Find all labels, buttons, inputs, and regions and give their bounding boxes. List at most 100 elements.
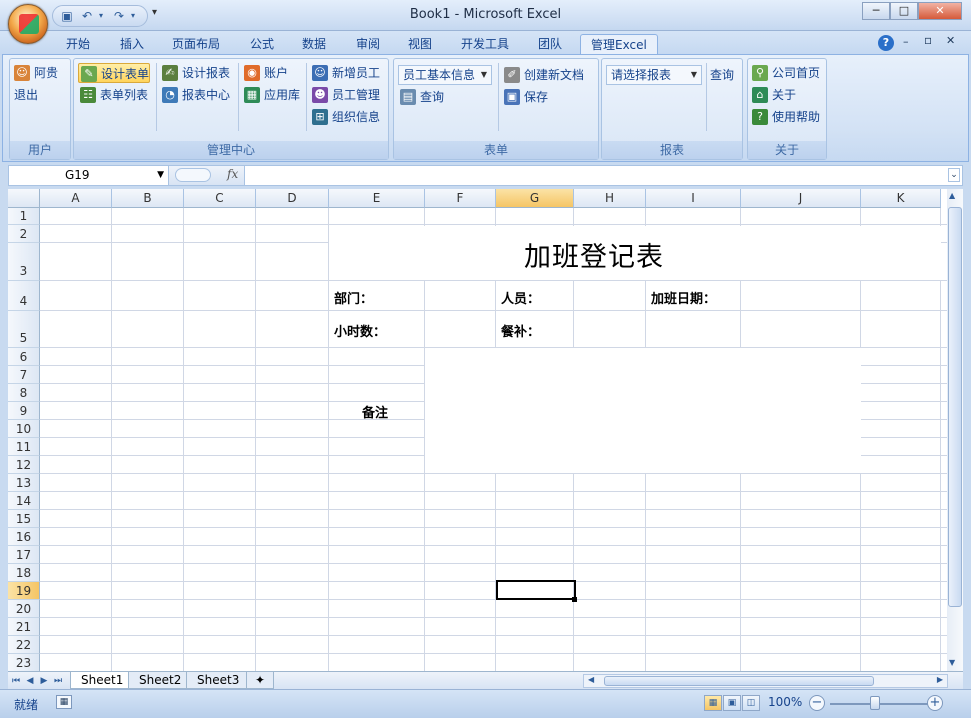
column-header-j[interactable]: J [741, 189, 861, 208]
report-query-button[interactable]: 查询 [688, 65, 734, 85]
tab-view[interactable]: 视图 [398, 34, 442, 55]
horizontal-scrollbar[interactable]: ◀ ▶ [583, 674, 948, 688]
worksheet-grid[interactable]: ABCDEFGHIJK 1 2 3 4 5 6 7 8 9 10 11 12 13 14 15 16 17 18 1… [8, 189, 947, 671]
insert-function-button[interactable]: fx [227, 167, 238, 181]
office-button[interactable] [8, 4, 48, 44]
column-header-i[interactable]: I [646, 189, 741, 208]
employee-management-button[interactable]: ☻ 员工管理 [310, 85, 380, 105]
tab-data[interactable]: 数据 [292, 34, 336, 55]
remarks-merged-cell[interactable] [425, 348, 861, 473]
row-header-7[interactable]: 7 [8, 366, 40, 384]
column-header-e[interactable]: E [329, 189, 425, 208]
vertical-scrollbar[interactable]: ▲ ▼ [947, 189, 963, 671]
tab-review[interactable]: 审阅 [346, 34, 390, 55]
row-header-8[interactable]: 8 [8, 384, 40, 402]
select-all-button[interactable] [8, 189, 40, 208]
close-button[interactable]: ✕ [918, 2, 962, 20]
zoom-slider[interactable] [830, 703, 930, 705]
last-sheet-icon[interactable]: ⏭ [52, 674, 64, 688]
account-button[interactable]: ◉ 账户 [242, 63, 288, 83]
ribbon-restore-button[interactable]: ▫ [924, 33, 932, 47]
vertical-scroll-thumb[interactable] [948, 207, 962, 607]
tab-formulas[interactable]: 公式 [240, 34, 284, 55]
organization-info-button[interactable]: ⊞ 组织信息 [310, 107, 380, 127]
zoom-in-button[interactable]: + [927, 695, 943, 711]
tab-team[interactable]: 团队 [528, 34, 572, 55]
column-header-b[interactable]: B [112, 189, 184, 208]
column-header-c[interactable]: C [184, 189, 256, 208]
help-button[interactable]: ? 使用帮助 [750, 107, 820, 127]
chevron-down-icon[interactable]: ▼ [157, 166, 164, 185]
row-header-11[interactable]: 11 [8, 438, 40, 456]
logout-button[interactable]: 退出 [0, 85, 38, 105]
row-header-18[interactable]: 18 [8, 564, 40, 582]
active-cell[interactable] [496, 580, 576, 600]
row-header-16[interactable]: 16 [8, 528, 40, 546]
scroll-down-icon[interactable]: ▼ [949, 658, 955, 667]
sheet-tab-1[interactable]: Sheet1 [70, 672, 135, 689]
app-store-button[interactable]: ▦ 应用库 [242, 85, 300, 105]
form-list-button[interactable]: ☷ 表单列表 [78, 85, 148, 105]
form-query-button[interactable]: ▤ 查询 [398, 87, 444, 107]
scroll-right-icon[interactable]: ▶ [937, 675, 943, 684]
design-form-button[interactable]: ✎ 设计表单 [78, 63, 150, 83]
expand-formula-bar-icon[interactable]: ⌄ [948, 168, 960, 182]
form-save-button[interactable]: ▣ 保存 [502, 87, 548, 107]
user-button[interactable]: ☺ 阿贵 [12, 63, 58, 83]
form-select-dropdown[interactable]: 员工基本信息 ▼ [398, 65, 492, 85]
fill-handle[interactable] [572, 597, 577, 602]
zoom-level[interactable]: 100% [768, 695, 802, 709]
insert-sheet-button[interactable]: ✦ [246, 672, 275, 689]
row-header-17[interactable]: 17 [8, 546, 40, 564]
first-sheet-icon[interactable]: ⏮ [10, 674, 22, 688]
formula-bar-handle[interactable] [175, 168, 211, 182]
design-report-button[interactable]: ✍ 设计报表 [160, 63, 230, 83]
tab-home[interactable]: 开始 [56, 34, 100, 55]
ribbon-minimize-button[interactable]: – [903, 35, 909, 48]
column-header-f[interactable]: F [425, 189, 496, 208]
formula-input[interactable] [247, 166, 947, 185]
help-icon[interactable]: ? [878, 35, 894, 51]
minimize-button[interactable]: ─ [862, 2, 890, 20]
column-header-h[interactable]: H [574, 189, 646, 208]
column-header-g[interactable]: G [496, 189, 574, 208]
row-header-2[interactable]: 2 [8, 225, 40, 243]
tab-manage-excel[interactable]: 管理Excel [580, 34, 658, 55]
row-header-3[interactable]: 3 [8, 243, 40, 281]
column-header-d[interactable]: D [256, 189, 329, 208]
row-header-12[interactable]: 12 [8, 456, 40, 474]
maximize-button[interactable]: □ [890, 2, 918, 20]
next-sheet-icon[interactable]: ▶ [38, 674, 50, 688]
tab-page-layout[interactable]: 页面布局 [162, 34, 230, 55]
new-employee-button[interactable]: ☺ 新增员工 [310, 63, 380, 83]
row-header-21[interactable]: 21 [8, 618, 40, 636]
name-box[interactable]: G19 ▼ [9, 166, 169, 185]
scroll-up-icon[interactable]: ▲ [949, 191, 955, 200]
row-header-15[interactable]: 15 [8, 510, 40, 528]
row-header-19[interactable]: 19 [8, 582, 40, 600]
row-header-6[interactable]: 6 [8, 348, 40, 366]
report-center-button[interactable]: ◔ 报表中心 [160, 85, 230, 105]
page-break-view-button[interactable]: ◫ [742, 695, 760, 711]
column-header-k[interactable]: K [861, 189, 941, 208]
create-document-button[interactable]: ✐ 创建新文档 [502, 65, 584, 85]
row-header-9[interactable]: 9 [8, 402, 40, 420]
about-button[interactable]: ⌂ 关于 [750, 85, 796, 105]
zoom-slider-handle[interactable] [870, 696, 880, 710]
row-header-23[interactable]: 23 [8, 654, 40, 671]
row-header-5[interactable]: 5 [8, 311, 40, 348]
macro-record-icon[interactable]: ▦ [56, 695, 72, 709]
row-header-4[interactable]: 4 [8, 281, 40, 311]
sheet-tab-3[interactable]: Sheet3 [186, 672, 251, 689]
ribbon-close-button[interactable]: ✕ [946, 34, 955, 47]
prev-sheet-icon[interactable]: ◀ [24, 674, 36, 688]
company-homepage-button[interactable]: ⚲ 公司首页 [750, 63, 820, 83]
zoom-out-button[interactable]: − [809, 695, 825, 711]
row-header-22[interactable]: 22 [8, 636, 40, 654]
row-header-20[interactable]: 20 [8, 600, 40, 618]
normal-view-button[interactable]: ▦ [704, 695, 722, 711]
row-header-10[interactable]: 10 [8, 420, 40, 438]
row-header-1[interactable]: 1 [8, 208, 40, 225]
scroll-left-icon[interactable]: ◀ [588, 675, 594, 684]
horizontal-scroll-thumb[interactable] [604, 676, 874, 686]
